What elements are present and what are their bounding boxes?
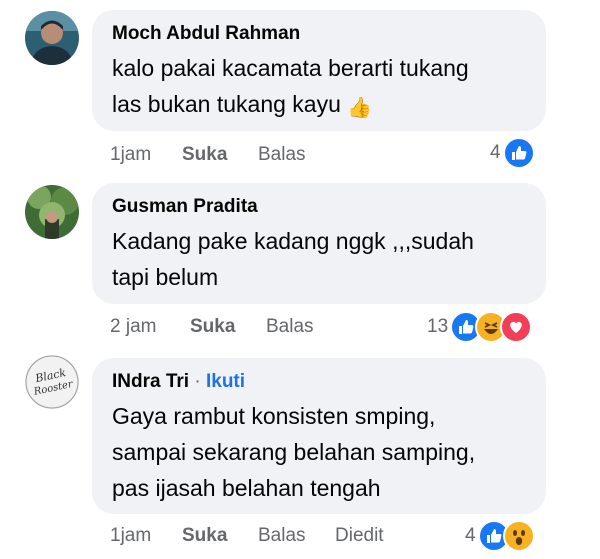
reaction-summary[interactable]: 4: [465, 519, 535, 553]
reaction-summary[interactable]: 4: [490, 136, 535, 170]
comment-text-line: Gaya rambut konsisten smping,: [112, 403, 436, 429]
comment-text-line: las bukan tukang kayu 👍: [112, 86, 526, 126]
love-icon: [500, 311, 533, 343]
reaction-count: 4: [465, 525, 476, 546]
avatar[interactable]: [25, 185, 79, 239]
reaction-count: 4: [490, 142, 501, 163]
separator-dot: ·: [194, 371, 201, 392]
reply-button[interactable]: Balas: [258, 142, 306, 168]
like-icon: [502, 137, 535, 169]
comment-time[interactable]: 1jam: [110, 142, 182, 168]
like-button[interactable]: Suka: [182, 523, 258, 549]
reply-button[interactable]: Balas: [266, 314, 314, 340]
comment-actions: 2 jam Suka Balas: [110, 314, 314, 340]
comment-text-line: pas ijasah belahan tengah: [112, 475, 381, 501]
thumbs-up-emoji-icon: 👍: [347, 97, 373, 119]
reaction-count: 13: [427, 316, 449, 337]
comment-text-line: kalo pakai kacamata berarti tukang: [112, 55, 469, 81]
comment-text-line: Kadang pake kadang nggk ,,,sudah: [112, 228, 474, 254]
comment-author[interactable]: INdra Tri: [112, 371, 189, 392]
comment-actions: 1jam Suka Balas: [110, 142, 306, 168]
like-button[interactable]: Suka: [190, 314, 266, 340]
comment-text: Gaya rambut konsisten smping, sampai sek…: [112, 398, 526, 506]
comment-text: kalo pakai kacamata berarti tukang las b…: [112, 50, 526, 126]
comment-bubble: Gusman Pradita Kadang pake kadang nggk ,…: [92, 183, 546, 304]
comment-author-row: INdra Tri · Ikuti: [112, 370, 526, 394]
comment-text-line: sampai sekarang belahan samping,: [112, 439, 476, 465]
avatar[interactable]: Black Rooster: [25, 355, 79, 409]
like-button[interactable]: Suka: [182, 142, 258, 168]
follow-button[interactable]: Ikuti: [206, 371, 245, 392]
reply-button[interactable]: Balas: [258, 523, 335, 549]
comment-author[interactable]: Moch Abdul Rahman: [112, 22, 526, 46]
comment-text-line: tapi belum: [112, 264, 219, 290]
wow-icon: [502, 520, 535, 552]
comment-text: Kadang pake kadang nggk ,,,sudah tapi be…: [112, 223, 526, 295]
comment-time[interactable]: 1jam: [110, 523, 182, 549]
comment-bubble: INdra Tri · Ikuti Gaya rambut konsisten …: [92, 358, 546, 514]
comment-author[interactable]: Gusman Pradita: [112, 195, 526, 219]
avatar[interactable]: [25, 11, 79, 65]
edited-label: Diedit: [335, 525, 384, 546]
comment-bubble: Moch Abdul Rahman kalo pakai kacamata be…: [92, 10, 546, 131]
comment-actions: 1jam Suka Balas Diedit: [110, 523, 384, 549]
comment-time[interactable]: 2 jam: [110, 314, 190, 340]
reaction-summary[interactable]: 13: [427, 310, 533, 344]
